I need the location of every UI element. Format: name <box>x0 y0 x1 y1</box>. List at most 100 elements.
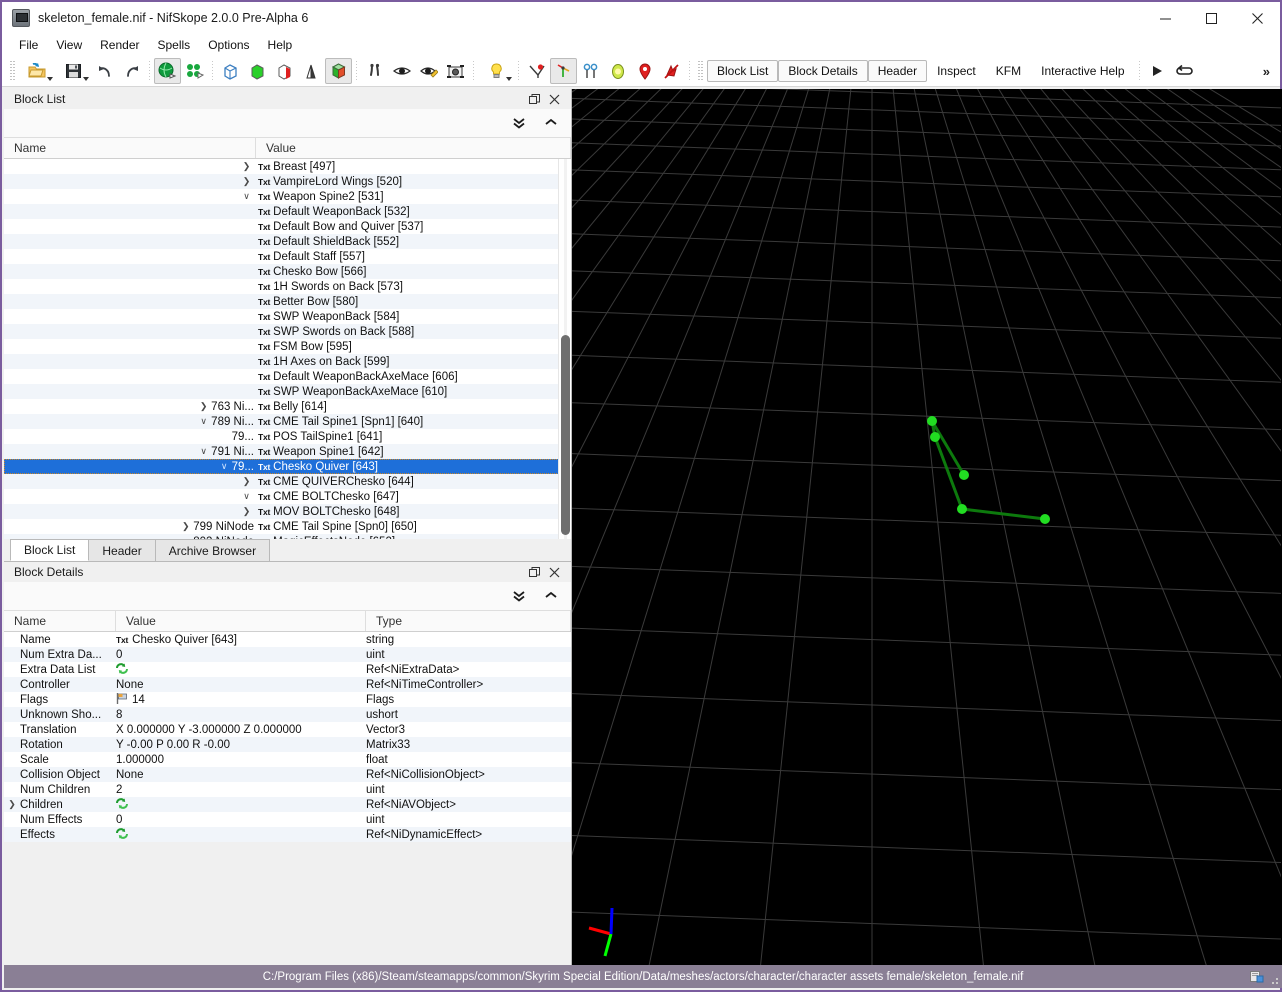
lighting-caret[interactable] <box>506 77 512 81</box>
block-details-row-value[interactable]: 2 <box>116 784 366 796</box>
block-list-row[interactable]: Txt Default ShieldBack [552] <box>4 234 571 249</box>
block-details-row[interactable]: Num Effects 0 uint <box>4 812 571 827</box>
block-details-float-icon[interactable] <box>528 566 541 579</box>
block-list-row[interactable]: ❯ Txt MOV BOLTChesko [648] <box>4 504 571 519</box>
close-button[interactable] <box>1234 2 1280 34</box>
wireframe-box-icon[interactable] <box>217 58 244 84</box>
block-list-row[interactable]: Txt SWP Swords on Back [588] <box>4 324 571 339</box>
block-list-row[interactable]: Txt Chesko Bow [566] <box>4 264 571 279</box>
chevron-down-icon[interactable]: ∨ <box>198 446 209 457</box>
render-globe-icon[interactable] <box>154 58 181 84</box>
3d-viewport[interactable] <box>572 89 1282 969</box>
block-list-row[interactable]: ❯ 799 NiNode Txt CME Tail Spine [Spn0] [650… <box>4 519 571 534</box>
show-axes-icon[interactable] <box>550 58 577 84</box>
block-details-row-value[interactable]: 0 <box>116 649 366 661</box>
solid-green-box-icon[interactable] <box>244 58 271 84</box>
block-list-col-name[interactable]: Name <box>4 138 256 158</box>
block-details-row[interactable]: Controller None Ref<NiTimeController> <box>4 677 571 692</box>
block-list-row[interactable]: ❯ Txt VampireLord Wings [520] <box>4 174 571 189</box>
no-collision-icon[interactable] <box>658 58 685 84</box>
menu-render[interactable]: Render <box>91 35 148 55</box>
details-col-type[interactable]: Type <box>366 611 571 631</box>
block-list-row[interactable]: ❯ Txt Breast [497] <box>4 159 571 174</box>
block-list-float-icon[interactable] <box>528 93 541 106</box>
toolbar-inspect-button[interactable]: Inspect <box>927 60 986 82</box>
block-list-row[interactable]: ∨ Txt CME BOLTChesko [647] <box>4 489 571 504</box>
block-details-row[interactable]: Effects Ref<NiDynamicEffect> <box>4 827 571 842</box>
chevron-right-icon[interactable]: ❯ <box>198 401 209 412</box>
block-details-row[interactable]: Unknown Sho... 8 ushort <box>4 707 571 722</box>
chevron-right-icon[interactable]: ❯ <box>241 476 252 487</box>
block-details-row-value[interactable]: Txt Chesko Quiver [643] <box>116 634 366 646</box>
chevron-down-icon[interactable]: ∨ <box>241 191 252 202</box>
block-details-row-value[interactable] <box>116 662 366 677</box>
redo-icon[interactable] <box>118 58 145 84</box>
chevron-down-icon[interactable]: ∨ <box>219 461 230 472</box>
block-list-row[interactable]: Txt Default WeaponBack [532] <box>4 204 571 219</box>
block-list-close-icon[interactable] <box>548 93 561 106</box>
block-details-row-value[interactable]: 8 <box>116 709 366 721</box>
play-icon[interactable] <box>1144 58 1171 84</box>
skeleton-node[interactable] <box>957 504 967 514</box>
block-details-row[interactable]: Translation X 0.000000 Y -3.000000 Z 0.00… <box>4 722 571 737</box>
block-details-row-value[interactable] <box>116 797 366 812</box>
save-file-caret[interactable] <box>83 77 89 81</box>
toolbar-interactive-help-button[interactable]: Interactive Help <box>1031 60 1134 82</box>
menu-view[interactable]: View <box>47 35 91 55</box>
block-details-row[interactable]: Name Txt Chesko Quiver [643] string <box>4 632 571 647</box>
block-list-col-value[interactable]: Value <box>256 138 571 158</box>
expand-all-icon[interactable] <box>511 115 527 131</box>
show-nodes-icon[interactable] <box>523 58 550 84</box>
marker-pin-icon[interactable] <box>631 58 658 84</box>
block-details-row[interactable]: Num Extra Da... 0 uint <box>4 647 571 662</box>
bhk-bounds-icon[interactable] <box>604 58 631 84</box>
normals-icon[interactable] <box>298 58 325 84</box>
skeleton-node[interactable] <box>959 470 969 480</box>
chevron-down-icon[interactable]: ∨ <box>241 491 252 502</box>
block-list-row[interactable]: ∨ 791 Ni... Txt Weapon Spine1 [642] <box>4 444 571 459</box>
edit-visibility-icon[interactable] <box>415 58 442 84</box>
chevron-right-icon[interactable]: ❯ <box>241 506 252 517</box>
block-details-row-value[interactable]: 0 <box>116 814 366 826</box>
menu-options[interactable]: Options <box>199 35 258 55</box>
block-details-row[interactable]: Flags 14 Flags <box>4 692 571 707</box>
maximize-button[interactable] <box>1188 2 1234 34</box>
open-file-icon[interactable] <box>19 58 55 84</box>
vertex-select-icon[interactable] <box>181 58 208 84</box>
menu-help[interactable]: Help <box>259 35 302 55</box>
havok-constraint-icon[interactable] <box>577 58 604 84</box>
loop-icon[interactable] <box>1171 58 1198 84</box>
save-file-icon[interactable] <box>55 58 91 84</box>
block-details-close-icon[interactable] <box>548 566 561 579</box>
menu-file[interactable]: File <box>10 35 47 55</box>
lighting-bulb-icon[interactable] <box>478 58 514 84</box>
toolbar-block-details-button[interactable]: Block Details <box>778 60 868 82</box>
panel-toolbar-grip[interactable] <box>697 61 704 81</box>
skeleton-node[interactable] <box>930 432 940 442</box>
toolbar-overflow-button[interactable]: » <box>1253 64 1280 79</box>
block-list-row[interactable]: Txt Default WeaponBackAxeMace [606] <box>4 369 571 384</box>
block-list-row[interactable]: Txt 1H Swords on Back [573] <box>4 279 571 294</box>
details-col-name[interactable]: Name <box>4 611 116 631</box>
block-list-row[interactable]: 79... Txt POS TailSpine1 [641] <box>4 429 571 444</box>
chevron-right-icon[interactable]: ❯ <box>241 176 252 187</box>
chevron-right-icon[interactable]: ❯ <box>4 799 20 810</box>
collapse-all-icon[interactable] <box>543 115 559 131</box>
block-list-row[interactable]: Txt 1H Axes on Back [599] <box>4 354 571 369</box>
open-file-caret[interactable] <box>47 77 53 81</box>
block-details-table[interactable]: Name Txt Chesko Quiver [643] string Num Extr… <box>4 632 571 842</box>
tab-block-list[interactable]: Block List <box>10 539 90 561</box>
block-details-row[interactable]: Scale 1.000000 float <box>4 752 571 767</box>
tab-header[interactable]: Header <box>88 539 156 561</box>
block-details-row-value[interactable]: None <box>116 679 366 691</box>
block-details-row[interactable]: Rotation Y -0.00 P 0.00 R -0.00 Matrix33 <box>4 737 571 752</box>
toolbar-header-button[interactable]: Header <box>867 60 928 82</box>
undo-icon[interactable] <box>91 58 118 84</box>
show-hidden-icon[interactable] <box>388 58 415 84</box>
toolbar-kfm-button[interactable]: KFM <box>986 60 1031 82</box>
block-list-row[interactable]: ❯ 763 Ni... Txt Belly [614] <box>4 399 571 414</box>
block-list-row[interactable]: Txt FSM Bow [595] <box>4 339 571 354</box>
details-col-value[interactable]: Value <box>116 611 366 631</box>
details-expand-all-icon[interactable] <box>511 588 527 604</box>
menu-spells[interactable]: Spells <box>149 35 200 55</box>
